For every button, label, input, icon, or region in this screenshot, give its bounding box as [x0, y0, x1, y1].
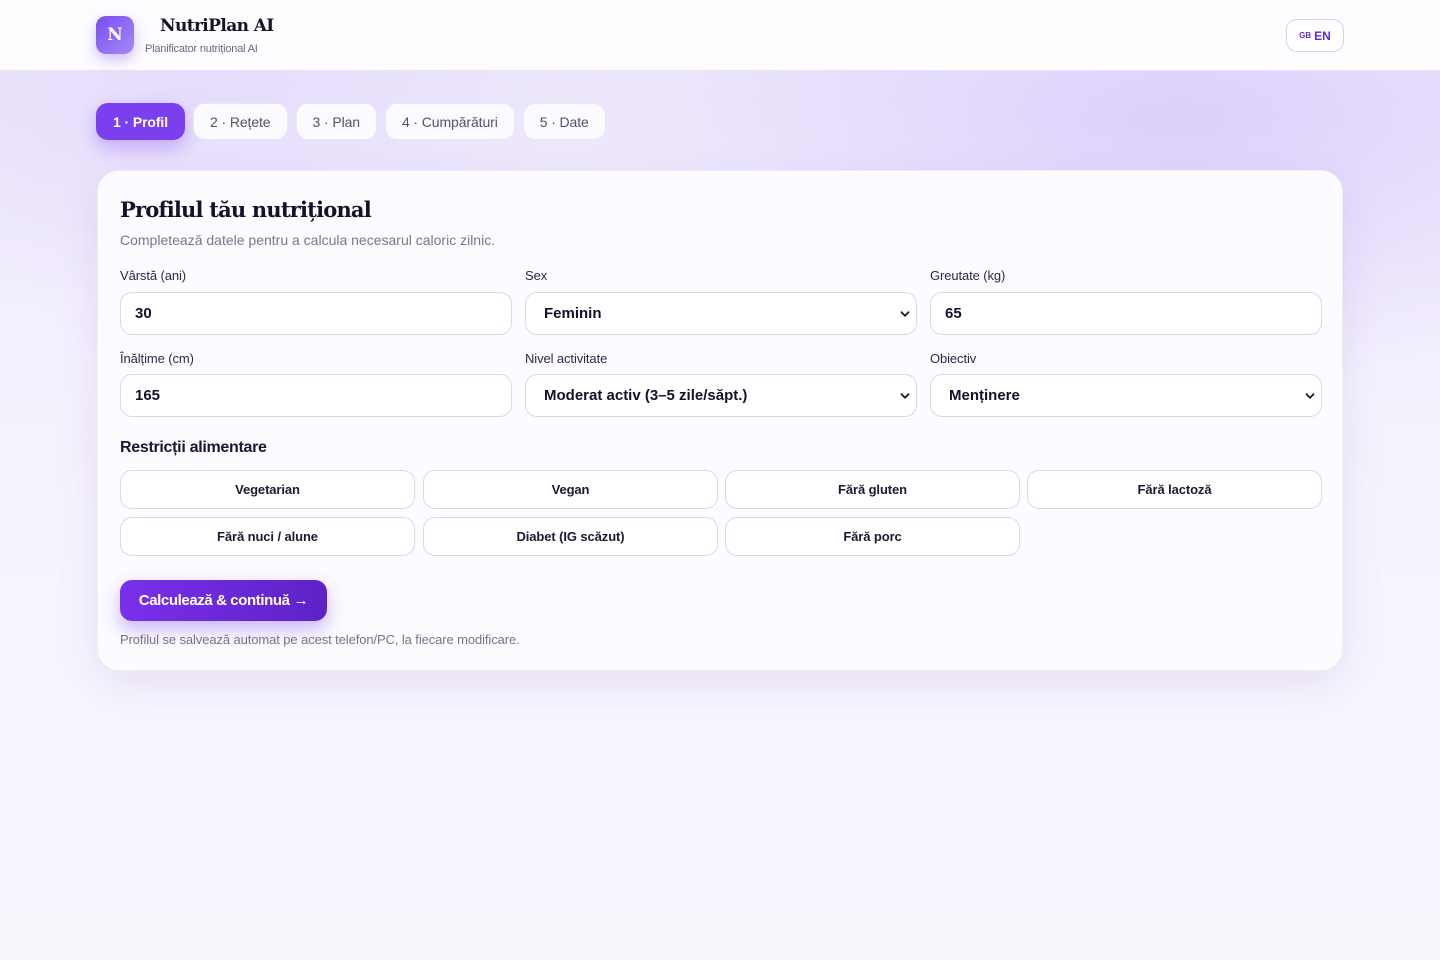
- activity-select-value: Moderat activ (3–5 zile/săpt.): [544, 387, 748, 404]
- weight-input[interactable]: 65: [930, 292, 1322, 335]
- height-input[interactable]: 165: [120, 374, 512, 417]
- restriction-chip-nut-free[interactable]: Fără nuci / alune: [120, 517, 415, 556]
- chevron-down-icon: [900, 392, 910, 399]
- arrow-right-icon: →: [293, 592, 309, 609]
- restriction-chip-pork-free[interactable]: Fără porc: [725, 517, 1020, 556]
- restriction-chip-vegetarian[interactable]: Vegetarian: [120, 470, 415, 509]
- tab-profil[interactable]: 1 · Profil: [96, 103, 186, 140]
- chevron-down-icon: [1305, 392, 1315, 399]
- goal-select[interactable]: Menținere: [930, 374, 1322, 417]
- calculate-continue-label: Calculează & continuă: [138, 592, 290, 609]
- autosave-note: Profilul se salvează automat pe acest te…: [120, 632, 520, 647]
- goal-select-value: Menținere: [949, 387, 1020, 404]
- weight-label: Greutate (kg): [930, 268, 1006, 283]
- app-logo: N: [96, 16, 134, 54]
- page-subtitle: Completează datele pentru a calcula nece…: [120, 232, 496, 248]
- sex-label: Sex: [525, 268, 548, 283]
- restriction-chip-diabetes[interactable]: Diabet (IG scăzut): [423, 517, 718, 556]
- tab-plan[interactable]: 3 · Plan: [295, 103, 377, 140]
- app-header: N NutriPlan AI Planificator nutrițional …: [0, 0, 1440, 71]
- language-toggle-button[interactable]: GB EN: [1286, 19, 1344, 52]
- tab-retete[interactable]: 2 · Rețete: [193, 103, 288, 140]
- profile-card: Profilul tău nutrițional Completează dat…: [97, 170, 1343, 671]
- calculate-continue-button[interactable]: Calculează & continuă →: [120, 580, 327, 621]
- page-title: Profilul tău nutrițional: [120, 197, 372, 222]
- chevron-down-icon: [900, 310, 910, 317]
- app-subtitle: Planificator nutrițional AI: [145, 43, 258, 55]
- tab-date[interactable]: 5 · Date: [522, 103, 606, 140]
- restriction-chip-gluten-free[interactable]: Fără gluten: [725, 470, 1020, 509]
- sex-select[interactable]: Feminin: [525, 292, 917, 335]
- tab-cumparaturi[interactable]: 4 · Cumpărături: [384, 103, 515, 140]
- restriction-chip-lactose-free[interactable]: Fără lactoză: [1027, 470, 1322, 509]
- age-label: Vârstă (ani): [120, 268, 186, 283]
- step-tabs: 1 · Profil 2 · Rețete 3 · Plan 4 · Cumpă…: [96, 103, 606, 140]
- flag-gb-icon: GB: [1299, 31, 1312, 40]
- height-label: Înălțime (cm): [120, 351, 194, 366]
- age-input[interactable]: 30: [120, 292, 512, 335]
- activity-select[interactable]: Moderat activ (3–5 zile/săpt.): [525, 374, 917, 417]
- goal-label: Obiectiv: [930, 351, 977, 366]
- app-title: NutriPlan AI: [160, 16, 274, 36]
- language-label: EN: [1314, 28, 1331, 43]
- restrictions-title: Restricții alimentare: [120, 439, 267, 456]
- sex-select-value: Feminin: [544, 305, 602, 322]
- restriction-chip-vegan[interactable]: Vegan: [423, 470, 718, 509]
- activity-label: Nivel activitate: [525, 351, 608, 366]
